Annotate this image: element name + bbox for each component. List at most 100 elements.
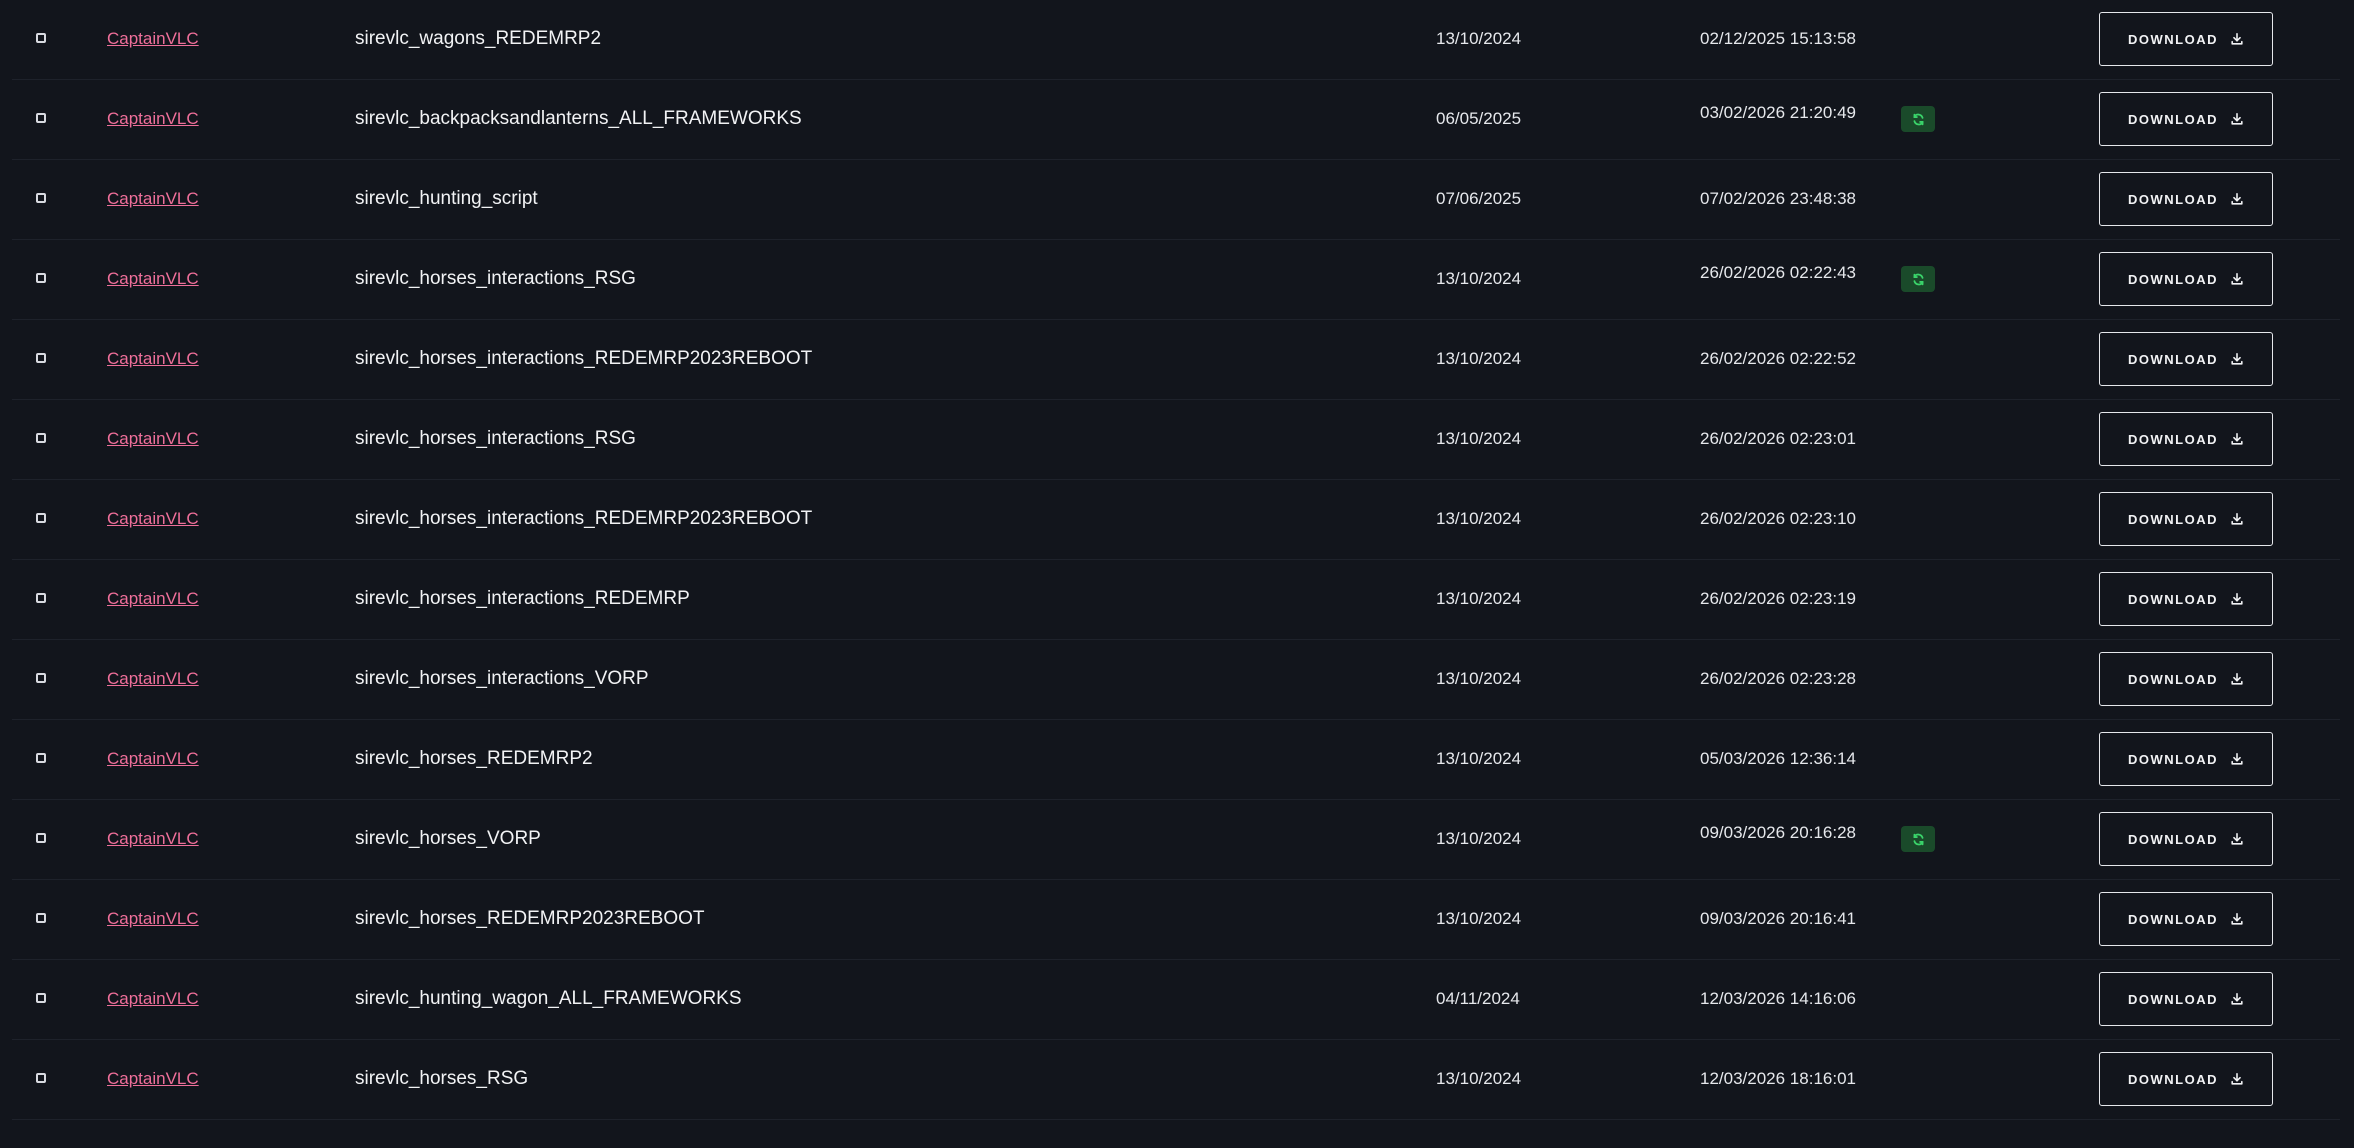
download-button[interactable]: DOWNLOAD	[2099, 812, 2273, 866]
resource-name: sirevlc_horses_interactions_REDEMRP	[355, 588, 690, 609]
table-row: CaptainVLC sirevlc_hunting_wagon_ALL_FRAM…	[12, 960, 2340, 1040]
row-checkbox[interactable]	[36, 833, 46, 843]
download-button[interactable]: DOWNLOAD	[2099, 252, 2273, 306]
download-icon	[2230, 1072, 2244, 1086]
table-row: CaptainVLC sirevlc_horses_REDEMRP2 13/10/2…	[12, 720, 2340, 800]
table-row: CaptainVLC sirevlc_wagons_REDEMRP2 13/10/2…	[12, 0, 2340, 80]
updated-datetime: 07/02/2026 23:48:38	[1700, 189, 1856, 208]
author-link[interactable]: CaptainVLC	[107, 589, 199, 609]
download-icon	[2230, 672, 2244, 686]
created-date: 13/10/2024	[1436, 509, 1522, 528]
author-link[interactable]: CaptainVLC	[107, 189, 199, 209]
download-label: DOWNLOAD	[2128, 431, 2218, 447]
resource-name: sirevlc_backpacksandlanterns_ALL_FRAMEWO…	[355, 108, 802, 129]
download-icon	[2230, 352, 2244, 366]
updated-datetime: 26/02/2026 02:23:10	[1700, 509, 1856, 528]
author-link[interactable]: CaptainVLC	[107, 1069, 199, 1089]
updated-datetime: 03/02/2026 21:20:49	[1700, 103, 1856, 122]
author-link[interactable]: CaptainVLC	[107, 269, 199, 289]
author-link[interactable]: CaptainVLC	[107, 989, 199, 1009]
created-date: 13/10/2024	[1436, 429, 1522, 448]
resource-name: sirevlc_horses_interactions_VORP	[355, 668, 649, 689]
download-label: DOWNLOAD	[2128, 31, 2218, 47]
created-date: 13/10/2024	[1436, 909, 1522, 928]
author-link[interactable]: CaptainVLC	[107, 509, 199, 529]
resource-name: sirevlc_horses_interactions_REDEMRP2023R…	[355, 508, 813, 529]
created-date: 13/10/2024	[1436, 349, 1522, 368]
download-button[interactable]: DOWNLOAD	[2099, 1052, 2273, 1106]
row-checkbox[interactable]	[36, 273, 46, 283]
table-row: CaptainVLC sirevlc_horses_interactions_RE…	[12, 560, 2340, 640]
download-button[interactable]: DOWNLOAD	[2099, 572, 2273, 626]
download-label: DOWNLOAD	[2128, 751, 2218, 767]
row-checkbox[interactable]	[36, 513, 46, 523]
created-date: 13/10/2024	[1436, 589, 1522, 608]
download-icon	[2230, 32, 2244, 46]
resource-name: sirevlc_wagons_REDEMRP2	[355, 28, 602, 49]
author-link[interactable]: CaptainVLC	[107, 429, 199, 449]
table-row: CaptainVLC sirevlc_horses_RSG 13/10/2024 12…	[12, 1040, 2340, 1120]
updated-datetime: 05/03/2026 12:36:14	[1700, 749, 1856, 768]
row-checkbox[interactable]	[36, 353, 46, 363]
download-label: DOWNLOAD	[2128, 511, 2218, 527]
download-button[interactable]: DOWNLOAD	[2099, 332, 2273, 386]
download-label: DOWNLOAD	[2128, 991, 2218, 1007]
updated-datetime: 26/02/2026 02:22:43	[1700, 263, 1856, 282]
created-date: 13/10/2024	[1436, 1069, 1522, 1088]
row-checkbox[interactable]	[36, 673, 46, 683]
table-row: CaptainVLC sirevlc_horses_interactions_RS…	[12, 240, 2340, 320]
row-checkbox[interactable]	[36, 993, 46, 1003]
download-button[interactable]: DOWNLOAD	[2099, 412, 2273, 466]
author-link[interactable]: CaptainVLC	[107, 109, 199, 129]
created-date: 13/10/2024	[1436, 269, 1522, 288]
resource-name: sirevlc_hunting_wagon_ALL_FRAMEWORKS	[355, 988, 742, 1009]
download-icon	[2230, 512, 2244, 526]
created-date: 13/10/2024	[1436, 29, 1522, 48]
created-date: 13/10/2024	[1436, 749, 1522, 768]
row-checkbox[interactable]	[36, 1073, 46, 1083]
row-checkbox[interactable]	[36, 193, 46, 203]
download-button[interactable]: DOWNLOAD	[2099, 92, 2273, 146]
created-date: 07/06/2025	[1436, 189, 1522, 208]
row-checkbox[interactable]	[36, 913, 46, 923]
table-row: CaptainVLC sirevlc_horses_interactions_RE…	[12, 480, 2340, 560]
table-row: CaptainVLC sirevlc_horses_interactions_RS…	[12, 400, 2340, 480]
author-link[interactable]: CaptainVLC	[107, 749, 199, 769]
download-icon	[2230, 272, 2244, 286]
author-link[interactable]: CaptainVLC	[107, 829, 199, 849]
updated-datetime: 26/02/2026 02:23:28	[1700, 669, 1856, 688]
table-row: CaptainVLC sirevlc_hunting_script 07/06/20…	[12, 160, 2340, 240]
author-link[interactable]: CaptainVLC	[107, 669, 199, 689]
resource-name: sirevlc_horses_REDEMRP2	[355, 748, 593, 769]
row-checkbox[interactable]	[36, 753, 46, 763]
resource-name: sirevlc_horses_RSG	[355, 1068, 529, 1089]
resource-name: sirevlc_horses_VORP	[355, 828, 541, 849]
row-checkbox[interactable]	[36, 113, 46, 123]
download-button[interactable]: DOWNLOAD	[2099, 652, 2273, 706]
download-label: DOWNLOAD	[2128, 911, 2218, 927]
table-row: CaptainVLC sirevlc_horses_VORP 13/10/2024 0…	[12, 800, 2340, 880]
row-checkbox[interactable]	[36, 433, 46, 443]
download-label: DOWNLOAD	[2128, 191, 2218, 207]
resource-name: sirevlc_horses_interactions_RSG	[355, 428, 636, 449]
updated-datetime: 02/12/2025 15:13:58	[1700, 29, 1856, 48]
refresh-icon[interactable]	[1901, 266, 1935, 292]
refresh-icon[interactable]	[1901, 106, 1935, 132]
row-checkbox[interactable]	[36, 593, 46, 603]
download-button[interactable]: DOWNLOAD	[2099, 732, 2273, 786]
refresh-icon[interactable]	[1901, 826, 1935, 852]
download-button[interactable]: DOWNLOAD	[2099, 12, 2273, 66]
author-link[interactable]: CaptainVLC	[107, 909, 199, 929]
row-checkbox[interactable]	[36, 33, 46, 43]
download-button[interactable]: DOWNLOAD	[2099, 492, 2273, 546]
updated-datetime: 12/03/2026 14:16:06	[1700, 989, 1856, 1008]
download-button[interactable]: DOWNLOAD	[2099, 972, 2273, 1026]
download-button[interactable]: DOWNLOAD	[2099, 892, 2273, 946]
download-label: DOWNLOAD	[2128, 271, 2218, 287]
author-link[interactable]: CaptainVLC	[107, 349, 199, 369]
created-date: 13/10/2024	[1436, 829, 1522, 848]
download-icon	[2230, 752, 2244, 766]
table-row: CaptainVLC sirevlc_backpacksandlanterns_A…	[12, 80, 2340, 160]
author-link[interactable]: CaptainVLC	[107, 29, 199, 49]
download-button[interactable]: DOWNLOAD	[2099, 172, 2273, 226]
